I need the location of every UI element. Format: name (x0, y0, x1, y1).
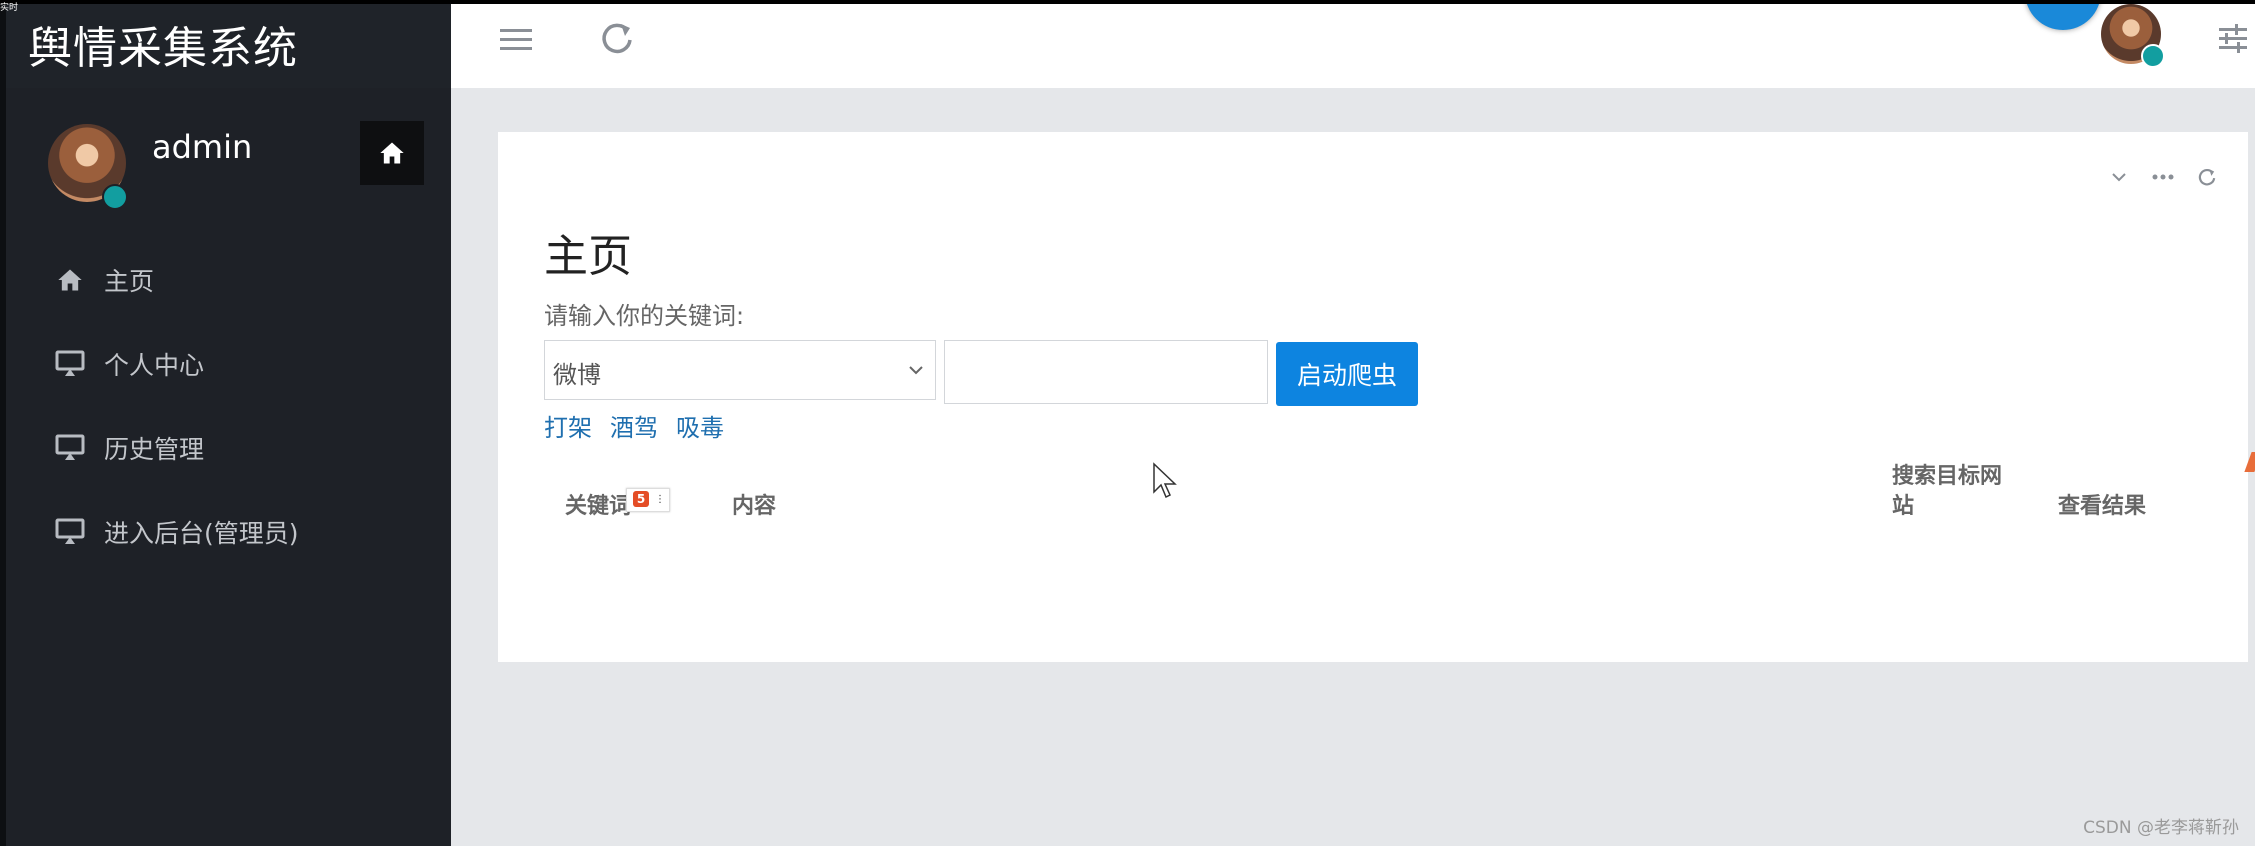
online-status-dot (102, 184, 128, 210)
watermark: CSDN @老李蒋靳孙 (2083, 818, 2239, 838)
platform-select[interactable]: 微博 (544, 340, 936, 400)
home-icon (54, 264, 86, 296)
collapse-chevron-icon[interactable] (2108, 166, 2130, 188)
menu-icon[interactable] (496, 20, 536, 60)
quick-keyword-link[interactable]: 打架 (544, 408, 592, 443)
quick-keyword-link[interactable]: 酒驾 (610, 408, 658, 443)
table-header-content: 内容 (732, 494, 777, 519)
sidebar-item-admin[interactable]: 进入后台(管理员) (0, 502, 451, 562)
card-tools (2108, 166, 2218, 188)
screen-top-edge (0, 0, 2255, 4)
table-header-target-site: 搜索目标网站 (1892, 464, 2003, 519)
keyword-input[interactable] (944, 340, 1268, 404)
monitor-icon (54, 516, 86, 548)
sidebar-item-label: 个人中心 (104, 351, 205, 380)
sidebar-item-label: 主页 (104, 267, 155, 296)
start-crawler-button[interactable]: 启动爬虫 (1276, 342, 1418, 406)
settings-sliders-icon[interactable] (2215, 20, 2251, 56)
platform-select-value: 微博 (553, 361, 601, 389)
refresh-icon[interactable] (597, 18, 637, 58)
table-header-keyword: 关键词 (565, 494, 632, 519)
table-header-view-result: 查看结果 (2058, 494, 2147, 519)
refresh-icon[interactable] (2196, 166, 2218, 188)
sidebar-item-label: 历史管理 (104, 435, 205, 464)
sidebar-item-history[interactable]: 历史管理 (0, 418, 451, 478)
badge-dots: ⋮ (655, 494, 665, 505)
user-name: admin (152, 128, 253, 166)
page-title: 主页 (544, 231, 632, 282)
chevron-down-icon (909, 366, 923, 375)
html5-icon: 5 (633, 491, 649, 507)
more-options-icon[interactable] (2152, 166, 2174, 188)
monitor-icon (54, 348, 86, 380)
monitor-icon (54, 432, 86, 464)
brand-header: 舆情采集系统 (6, 0, 451, 88)
sidebar-item-label: 进入后台(管理员) (104, 519, 299, 548)
html5-badge: 5 ⋮ (626, 488, 670, 512)
mouse-cursor-icon (1153, 462, 1177, 499)
quick-keywords: 打架 酒驾 吸毒 (544, 408, 724, 443)
sidebar-item-home[interactable]: 主页 (0, 250, 451, 310)
home-icon (380, 142, 404, 164)
notification-bubble[interactable] (2025, 0, 2101, 30)
top-bar (451, 0, 2255, 88)
online-status-dot (2141, 44, 2165, 68)
sidebar: 舆情采集系统 admin 主页 个人中心 历史管理 进入后台(管理员) (0, 0, 451, 846)
corner-text: 实时 (0, 3, 19, 13)
keyword-prompt: 请输入你的关键词: (544, 302, 745, 330)
sidebar-item-profile[interactable]: 个人中心 (0, 334, 451, 394)
main-card: 主页 请输入你的关键词: 微博 启动爬虫 打架 酒驾 吸毒 关键词 5 ⋮ 内容… (498, 132, 2248, 662)
app-title: 舆情采集系统 (28, 23, 298, 74)
quick-keyword-link[interactable]: 吸毒 (676, 408, 724, 443)
home-button[interactable] (360, 121, 424, 185)
